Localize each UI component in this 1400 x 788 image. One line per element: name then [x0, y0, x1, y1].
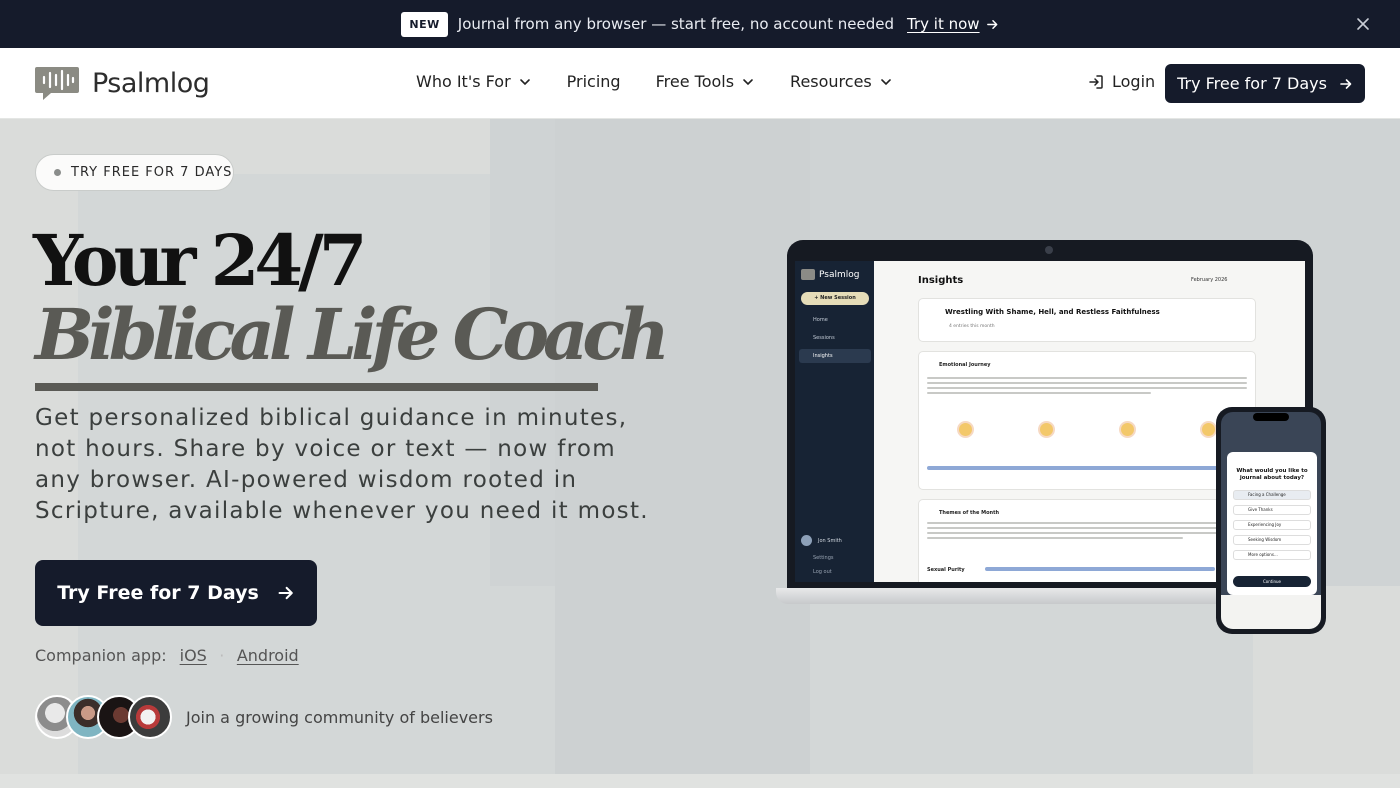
app-nav-logout: Log out: [813, 569, 832, 575]
phone-option: Facing a Challenge: [1233, 490, 1311, 500]
phone-continue-button: Continue: [1233, 576, 1311, 587]
emotional-journey-card: Emotional Journey: [918, 351, 1256, 490]
app-sidebar: Psalmlog + New Session Home Sessions Ins…: [795, 261, 874, 582]
arrow-right-icon: [986, 19, 997, 29]
paragraph-lines: [927, 377, 1247, 397]
nav-item-label: Who It's For: [416, 72, 511, 91]
announcement-message: Journal from any browser — start free, n…: [457, 15, 895, 33]
logo-icon: [35, 67, 79, 100]
app-page-title: Insights: [918, 275, 964, 286]
chevron-down-icon: [519, 78, 530, 85]
login-label: Login: [1112, 72, 1156, 91]
phone-question: What would you like to journal about tod…: [1236, 468, 1308, 481]
theme-bar: [985, 567, 1215, 571]
themes-card: Themes of the Month Sexual Purity: [918, 499, 1256, 582]
emoji-icon: [1119, 421, 1136, 438]
nav-try-free-button[interactable]: Try Free for 7 Days: [1165, 64, 1365, 103]
nav-item-resources[interactable]: Resources: [790, 72, 892, 91]
summary-subtitle: 4 entries this month: [949, 324, 995, 329]
phone-option: Experiencing Joy: [1233, 520, 1311, 530]
nav-item-pricing[interactable]: Pricing: [567, 72, 621, 91]
app-brand: Psalmlog: [801, 269, 859, 280]
summary-title: Wrestling With Shame, Hell, and Restless…: [945, 308, 1160, 316]
android-link[interactable]: Android: [237, 646, 299, 665]
phone-screen: What would you like to journal about tod…: [1221, 412, 1321, 629]
app-user: Jon Smith: [801, 535, 842, 546]
phone-mockup: What would you like to journal about tod…: [1216, 407, 1326, 634]
nav-item-label: Free Tools: [655, 72, 735, 91]
app-brand-name: Psalmlog: [819, 269, 860, 280]
hero-section: TRY FREE FOR 7 DAYS Your 24/7 Biblical L…: [0, 119, 1400, 788]
nav-item-label: Resources: [790, 72, 872, 91]
headline-line-1: Your 24/7: [33, 219, 367, 302]
nav-item-free-tools[interactable]: Free Tools: [656, 72, 754, 91]
app-nav-home: Home: [813, 317, 828, 323]
phone-option: Give Thanks: [1233, 505, 1311, 515]
login-icon: [1089, 74, 1103, 89]
paragraph-lines: [927, 522, 1247, 542]
app-month: February 2026: [1191, 277, 1228, 283]
announcement-bar: NEW Journal from any browser — start fre…: [0, 0, 1400, 48]
hero-subtext: Get personalized biblical guidance in mi…: [35, 405, 649, 524]
new-badge: NEW: [401, 11, 448, 37]
nav-try-free-label: Try Free for 7 Days: [1177, 74, 1327, 93]
app-user-name: Jon Smith: [818, 537, 842, 544]
close-icon[interactable]: [1352, 13, 1374, 35]
app-nav-insights: Insights: [799, 349, 871, 363]
avatar: [801, 535, 812, 546]
avatar: [128, 695, 172, 739]
emoji-icon: [1038, 421, 1055, 438]
emotional-journey-heading: Emotional Journey: [939, 362, 991, 368]
nav-item-label: Pricing: [566, 72, 621, 91]
app-nav-sessions: Sessions: [813, 335, 835, 341]
themes-heading: Themes of the Month: [939, 510, 1000, 516]
companion-app-links: Companion app: iOS · Android: [35, 646, 299, 665]
nav-menu: Who It's For Pricing Free Tools Resource…: [416, 72, 892, 91]
phone-option: Seeking Wisdom: [1233, 535, 1311, 545]
dynamic-island: [1253, 413, 1289, 421]
nav-item-who-its-for[interactable]: Who It's For: [416, 72, 531, 91]
new-session-button: + New Session: [801, 292, 869, 305]
chevron-down-icon: [743, 78, 753, 85]
community-row: Join a growing community of believers: [35, 695, 493, 739]
headline-underline: [35, 383, 598, 391]
phone-bottom-panel: [1221, 595, 1321, 629]
trial-pill-label: TRY FREE FOR 7 DAYS: [71, 165, 233, 180]
trial-pill: TRY FREE FOR 7 DAYS: [35, 154, 234, 191]
phone-option: More options...: [1233, 550, 1311, 560]
chevron-down-icon: [880, 78, 891, 85]
headline-line-2: Biblical Life Coach: [35, 293, 670, 376]
summary-card: Wrestling With Shame, Hell, and Restless…: [918, 298, 1256, 342]
theme-item-label: Sexual Purity: [927, 567, 965, 573]
logo[interactable]: Psalmlog: [35, 65, 210, 101]
camera: [1045, 246, 1053, 254]
announcement-cta-link[interactable]: Try it now: [907, 15, 999, 33]
avatar-stack: [35, 695, 172, 739]
companion-label: Companion app:: [35, 646, 167, 665]
phone-dialog: What would you like to journal about tod…: [1227, 452, 1317, 595]
main-nav: Psalmlog Who It's For Pricing Free Tools…: [0, 48, 1400, 119]
divider: ·: [219, 646, 225, 665]
hero-bg-shape: [0, 774, 1400, 788]
emotion-bar: [927, 466, 1249, 470]
app-logo-icon: [801, 269, 815, 280]
ios-link[interactable]: iOS: [180, 646, 207, 665]
emoji-icon: [957, 421, 974, 438]
brand-name: Psalmlog: [92, 67, 210, 99]
app-nav-settings: Settings: [813, 555, 834, 561]
hero-try-free-button[interactable]: Try Free for 7 Days: [35, 560, 317, 626]
announcement-cta-label: Try it now: [907, 15, 980, 33]
login-link[interactable]: Login: [1088, 72, 1155, 91]
arrow-right-icon: [1340, 78, 1352, 89]
community-text: Join a growing community of believers: [186, 707, 493, 727]
emoji-icon: [1200, 421, 1217, 438]
hero-try-free-label: Try Free for 7 Days: [57, 582, 259, 604]
pill-dot: [54, 169, 61, 176]
arrow-right-icon: [278, 586, 293, 600]
